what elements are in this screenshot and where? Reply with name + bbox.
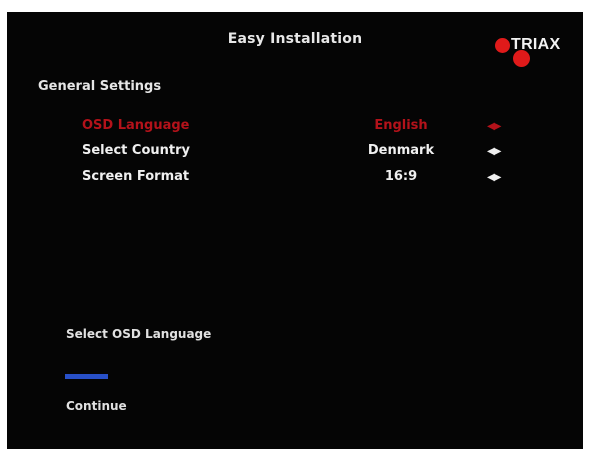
tv-screen: Easy Installation TRIAX General Settings… — [7, 12, 583, 449]
setting-value[interactable]: 16:9 — [342, 169, 460, 184]
left-right-arrows-icon[interactable]: ◀▶ — [487, 146, 501, 157]
setting-label: Select Country — [82, 143, 190, 158]
setting-row-osd-language[interactable]: OSD Language English ◀▶ — [7, 118, 583, 138]
left-right-arrows-icon[interactable]: ◀▶ — [487, 172, 501, 183]
left-right-arrows-icon[interactable]: ◀▶ — [487, 121, 501, 132]
setting-row-select-country[interactable]: Select Country Denmark ◀▶ — [7, 143, 583, 163]
setting-row-screen-format[interactable]: Screen Format 16:9 ◀▶ — [7, 169, 583, 189]
setting-value[interactable]: Denmark — [342, 143, 460, 158]
blue-key-indicator[interactable] — [65, 374, 108, 379]
section-title: General Settings — [38, 79, 162, 94]
triax-logo: TRIAX — [490, 34, 570, 70]
logo-dot-icon — [495, 38, 510, 53]
brand-name: TRIAX — [511, 36, 561, 53]
setting-label: OSD Language — [82, 118, 190, 133]
setting-label: Screen Format — [82, 169, 190, 184]
help-hint: Select OSD Language — [66, 327, 212, 341]
setting-value[interactable]: English — [342, 118, 460, 133]
continue-button[interactable]: Continue — [66, 399, 127, 413]
